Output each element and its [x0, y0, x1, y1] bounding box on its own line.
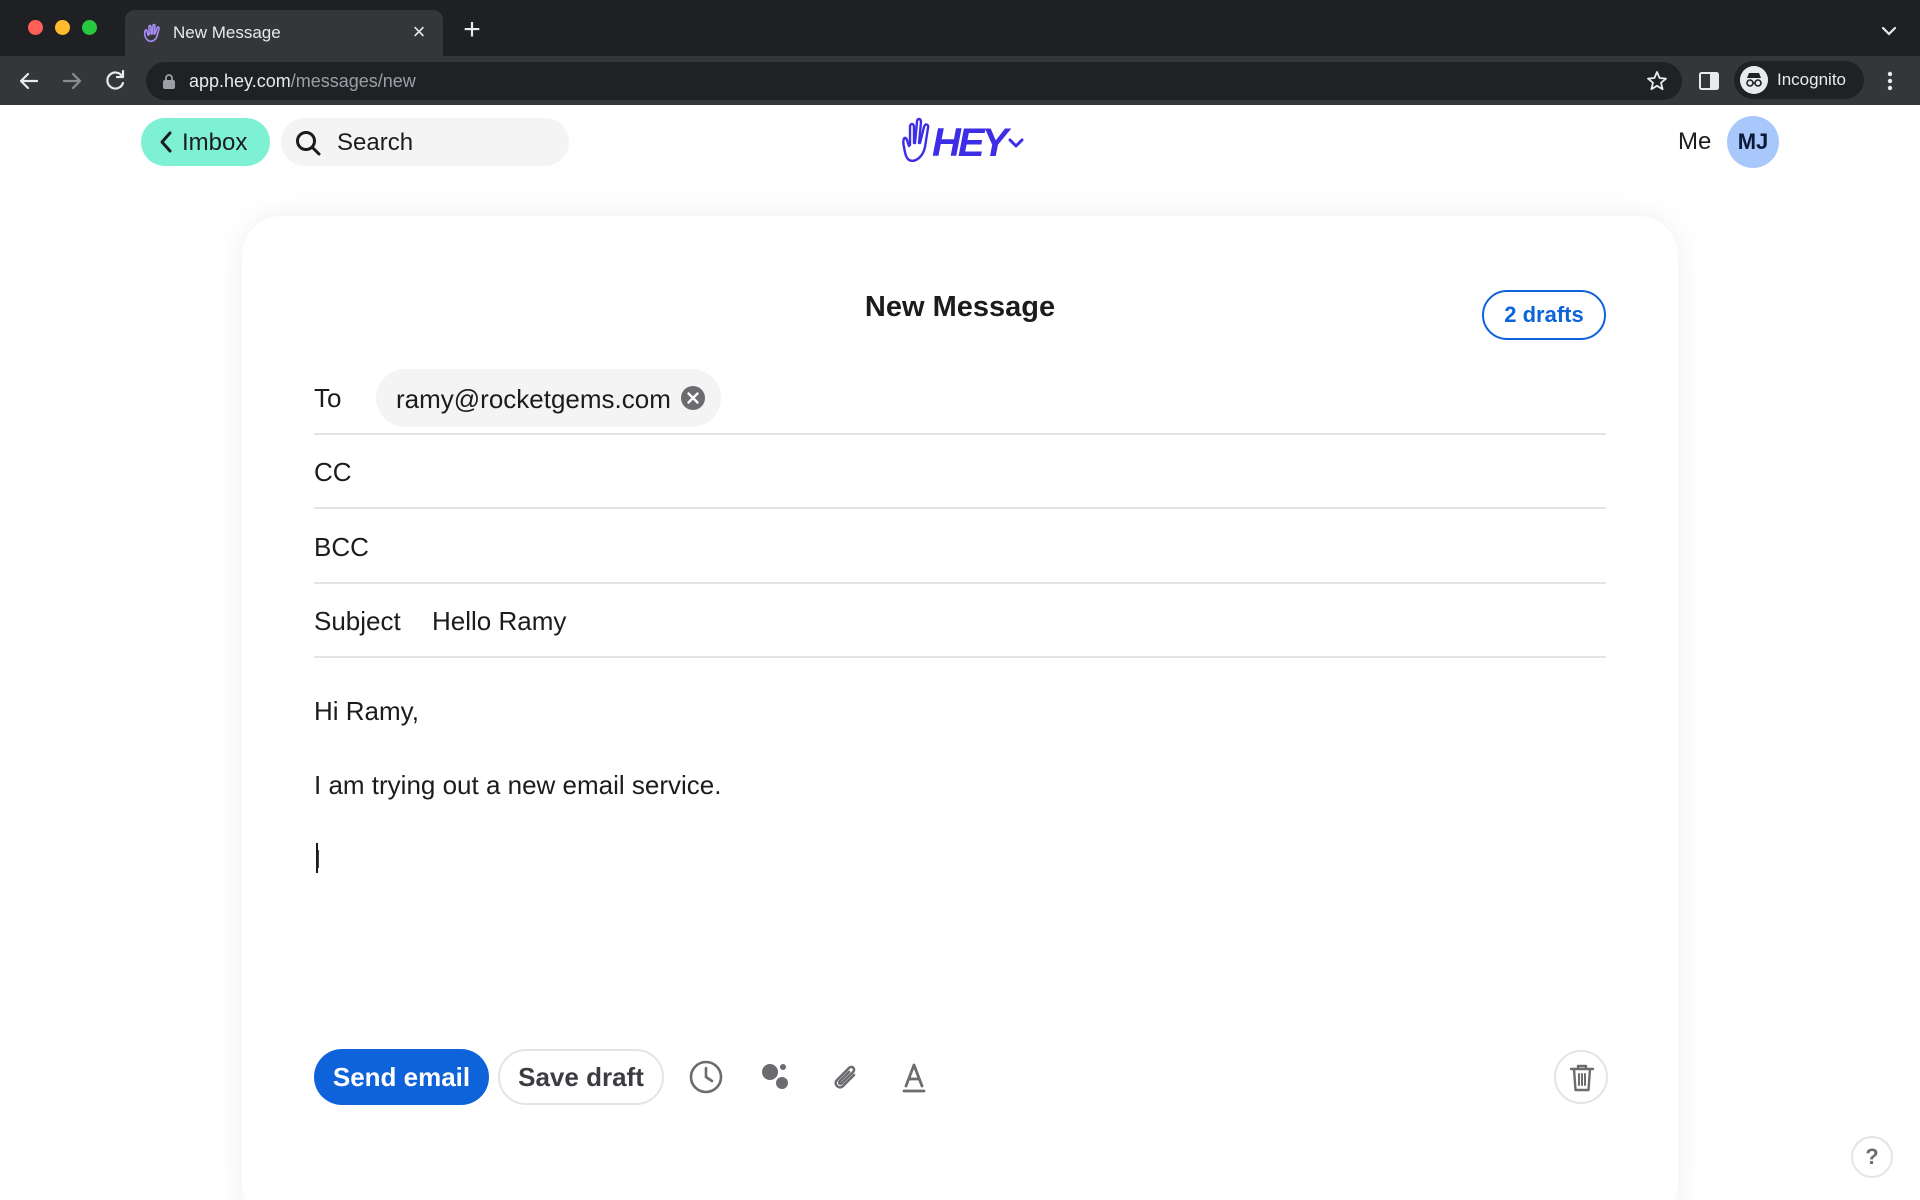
help-button[interactable]: ? — [1851, 1136, 1893, 1178]
hey-hand-icon — [902, 117, 930, 162]
recipient-email: ramy@rocketgems.com — [396, 384, 671, 414]
incognito-label: Incognito — [1777, 70, 1846, 89]
subject-field-divider — [314, 656, 1606, 658]
imbox-label: Imbox — [182, 129, 248, 156]
close-window-button[interactable] — [28, 20, 43, 35]
url-text: app.hey.com/messages/new — [189, 71, 416, 92]
tab-search-chevron-icon[interactable] — [1878, 20, 1900, 42]
subject-label: Subject — [314, 606, 401, 636]
minimize-window-button[interactable] — [55, 20, 70, 35]
address-bar[interactable]: app.hey.com/messages/new — [146, 62, 1682, 100]
tab-close-icon[interactable]: × — [407, 20, 431, 44]
incognito-profile-button[interactable]: Incognito — [1734, 61, 1864, 99]
search-label: Search — [337, 129, 414, 156]
cc-field-divider — [314, 507, 1606, 509]
send-email-button[interactable]: Send email — [314, 1049, 489, 1105]
maximize-window-button[interactable] — [82, 20, 97, 35]
bubbles-icon[interactable] — [757, 1059, 793, 1095]
search-button[interactable]: Search — [281, 118, 569, 166]
avatar[interactable]: MJ — [1727, 116, 1779, 168]
forward-arrow-icon[interactable] — [57, 66, 87, 96]
to-label: To — [314, 383, 342, 413]
subject-input[interactable]: Hello Ramy — [432, 606, 566, 637]
cc-field[interactable]: CC — [314, 457, 352, 488]
save-draft-button[interactable]: Save draft — [498, 1049, 664, 1105]
tab-strip: New Message × + — [0, 0, 1920, 56]
hey-favicon-icon — [143, 23, 160, 43]
page-title: New Message — [864, 291, 1056, 323]
hey-logo-menu[interactable]: HEY — [898, 113, 1028, 169]
body-greeting[interactable]: Hi Ramy, — [314, 696, 419, 727]
tab-title: New Message — [173, 23, 281, 42]
text-caret — [316, 843, 318, 873]
recipient-chip[interactable]: ramy@rocketgems.com — [376, 369, 721, 427]
browser-menu-icon[interactable] — [1880, 66, 1900, 96]
bookmark-star-icon[interactable] — [1646, 70, 1668, 92]
reload-icon[interactable] — [100, 66, 130, 96]
trash-icon — [1569, 1064, 1595, 1092]
delete-draft-button[interactable] — [1554, 1050, 1608, 1104]
remove-recipient-icon[interactable] — [681, 386, 705, 410]
paperclip-icon[interactable] — [827, 1059, 863, 1095]
hey-logo-text: HEY — [932, 121, 1012, 165]
url-host: app.hey.com — [189, 71, 291, 91]
back-arrow-icon[interactable] — [14, 66, 44, 96]
lock-icon — [163, 74, 175, 89]
url-path: /messages/new — [290, 71, 416, 91]
clock-icon[interactable] — [688, 1059, 724, 1095]
imbox-back-button[interactable]: Imbox — [141, 118, 270, 166]
bcc-field[interactable]: BCC — [314, 532, 369, 563]
browser-tab-active[interactable]: New Message × — [125, 10, 443, 56]
incognito-icon — [1740, 66, 1768, 94]
search-icon — [296, 131, 321, 156]
bcc-field-divider — [314, 582, 1606, 584]
side-panel-icon[interactable] — [1698, 70, 1720, 92]
chevron-left-icon — [160, 131, 172, 153]
new-tab-button[interactable]: + — [458, 15, 486, 45]
body-paragraph[interactable]: I am trying out a new email service. — [314, 770, 722, 801]
browser-chrome: New Message × + app.hey.com/messages/new — [0, 0, 1920, 105]
text-format-icon[interactable] — [896, 1059, 932, 1095]
browser-toolbar: app.hey.com/messages/new Incognito — [0, 56, 1920, 105]
me-label[interactable]: Me — [1678, 128, 1711, 156]
chevron-down-icon — [1008, 138, 1024, 148]
to-field-divider — [314, 433, 1606, 435]
drafts-button[interactable]: 2 drafts — [1482, 290, 1606, 340]
